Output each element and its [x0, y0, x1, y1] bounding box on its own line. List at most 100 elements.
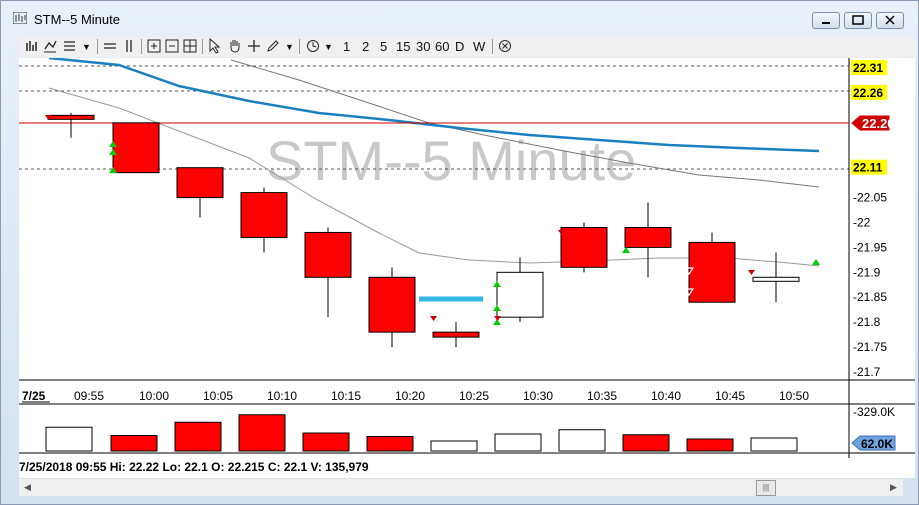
maximize-button[interactable] [844, 12, 872, 29]
scroll-thumb[interactable]: ||| [756, 480, 776, 496]
volume-axis-label: -329.0K [853, 405, 895, 419]
volume-bar [750, 437, 798, 452]
sell-signal-icon [494, 316, 501, 321]
price-tick-label: 22.31 [853, 61, 883, 75]
cancel-icon[interactable] [498, 39, 512, 53]
zoom-out-icon[interactable] [165, 39, 179, 53]
volume-marker-label: 62.0K [861, 437, 893, 451]
horizontal-scrollbar[interactable]: ◀ ||| ▶ [19, 478, 903, 496]
candle [624, 202, 672, 278]
dropdown-icon[interactable]: ▼ [82, 38, 91, 56]
interval-weekly-button[interactable]: W [473, 38, 485, 56]
sell-signal-icon [430, 316, 437, 321]
pointer-icon[interactable] [207, 38, 221, 54]
minimize-button[interactable] [812, 12, 840, 29]
candle [112, 122, 160, 174]
price-tick-label: -22 [853, 215, 871, 229]
volume-bar [238, 414, 286, 452]
candle [47, 112, 95, 138]
window-title: STM--5 Minute [34, 12, 120, 27]
chart-style-icon[interactable] [25, 39, 39, 53]
fit-chart-icon[interactable] [183, 39, 197, 53]
pencil-icon[interactable] [266, 39, 280, 53]
chart-toolbar: ▼ ▼ ▼ 1 2 5 15 30 60 D W [19, 37, 915, 57]
candle [688, 232, 736, 303]
scroll-left-icon[interactable]: ◀ [19, 479, 36, 496]
candle-body [688, 241, 736, 303]
buy-signal-icon [812, 259, 820, 265]
candle [432, 322, 480, 348]
volume-bar [45, 426, 93, 452]
interval-30-button[interactable]: 30 [416, 38, 430, 56]
volume-bar [558, 429, 606, 452]
hand-pan-icon[interactable] [227, 38, 243, 54]
price-tick-label: -21.8 [853, 315, 881, 329]
time-tick-label: 10:15 [331, 389, 361, 403]
interval-60-button[interactable]: 60 [435, 38, 449, 56]
time-tick-label: 10:00 [139, 389, 169, 403]
zoom-in-icon[interactable] [147, 39, 161, 53]
draw-bars-icon[interactable] [43, 39, 57, 53]
candle [176, 167, 224, 218]
volume-bar [686, 438, 734, 452]
price-tick-label: 22.26 [853, 86, 883, 100]
candle [368, 267, 416, 348]
horizontal-line-icon[interactable] [103, 39, 117, 53]
status-bar: 7/25/2018 09:55 Hi: 22.22 Lo: 22.1 O: 22… [19, 460, 369, 474]
price-tick-label: -21.9 [853, 265, 881, 279]
interval-15-button[interactable]: 15 [396, 38, 410, 56]
scroll-right-icon[interactable]: ▶ [885, 479, 902, 496]
volume-bar [494, 433, 542, 452]
price-chart[interactable]: STM--5 Minute 22.3122.2622.11-22.05-22-2… [19, 56, 915, 478]
candle [496, 257, 544, 323]
time-tick-label: 10:05 [203, 389, 233, 403]
chart-area[interactable]: STM--5 Minute 22.31 22.26 22.11 -22.05 -… [19, 56, 915, 478]
vertical-line-icon[interactable] [123, 39, 135, 53]
interval-2-button[interactable]: 2 [362, 38, 369, 56]
volume-bars [45, 414, 798, 452]
price-tick-label: -22.05 [853, 191, 887, 205]
dropdown-icon[interactable]: ▼ [324, 38, 333, 56]
time-tick-label: 10:10 [267, 389, 297, 403]
price-axis: 22.31 22.26 22.11 -22.05 -22 -21.95 -21.9 -21.8… [851, 60, 887, 379]
volume-bar [110, 435, 158, 452]
title-bar[interactable]: STM--5 Minute [1, 1, 918, 35]
time-tick-label: 10:45 [715, 389, 745, 403]
close-button[interactable] [876, 12, 904, 29]
last-price-label: 22.20 [862, 116, 895, 131]
time-tick-label: 10:50 [779, 389, 809, 403]
maximize-icon [852, 15, 864, 25]
time-tick-label: 10:35 [587, 389, 617, 403]
interval-5-button[interactable]: 5 [380, 38, 387, 56]
lines-menu-icon[interactable] [63, 39, 79, 53]
candle [240, 187, 288, 253]
sell-signal-icon [748, 270, 755, 275]
candle-body [240, 192, 288, 238]
interval-daily-button[interactable]: D [455, 38, 464, 56]
price-tick-label: -21.95 [853, 240, 887, 254]
volume-bar [174, 421, 222, 452]
volume-bar [366, 436, 414, 452]
candle-body [112, 122, 160, 174]
candle-body [176, 167, 224, 199]
chart-window: STM--5 Minute ▼ ▼ ▼ 1 2 5 15 30 60 D W S… [0, 0, 919, 505]
interval-1-button[interactable]: 1 [343, 38, 350, 56]
time-tick-label: 10:40 [651, 389, 681, 403]
candle-body [368, 276, 416, 333]
date-tab[interactable]: 7/25 [22, 389, 46, 403]
time-tick-label: 10:25 [459, 389, 489, 403]
candle [752, 252, 800, 303]
candle-body [560, 226, 608, 268]
dropdown-icon[interactable]: ▼ [285, 38, 294, 56]
volume-bar [622, 434, 670, 452]
time-tick-label: 10:20 [395, 389, 425, 403]
clock-icon[interactable] [306, 39, 320, 53]
time-tick-label: 09:55 [74, 389, 104, 403]
candle [304, 227, 352, 318]
price-tick-label: -21.75 [853, 340, 887, 354]
volume-bar [302, 432, 350, 452]
volume-bar [430, 440, 478, 452]
candle-body [432, 331, 480, 338]
crosshair-icon[interactable] [247, 39, 261, 53]
close-icon [885, 15, 895, 25]
